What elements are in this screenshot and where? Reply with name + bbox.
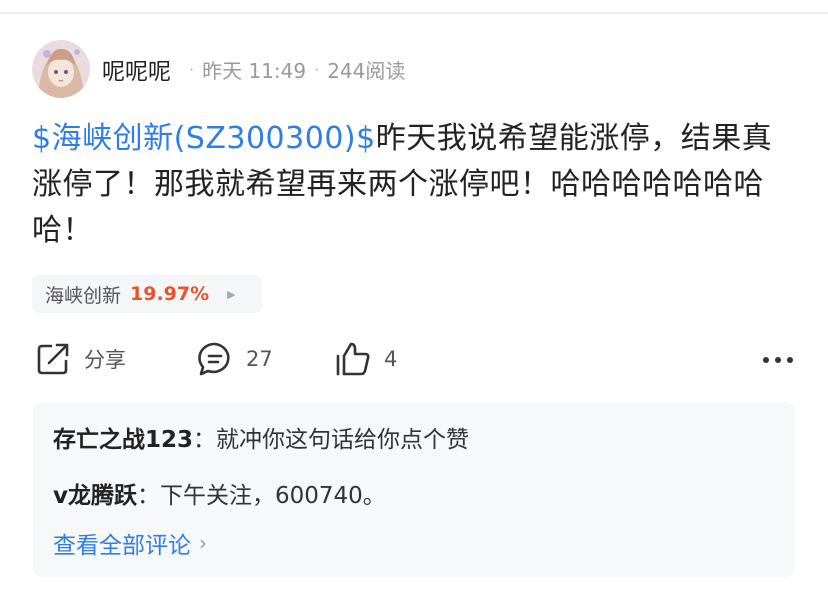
comment-item[interactable]: 存亡之战123：就冲你这句话给你点个赞 (53, 420, 469, 454)
comment-separator: ： (193, 427, 217, 453)
chevron-right-icon: › (199, 531, 207, 555)
avatar[interactable] (32, 40, 90, 98)
more-icon (762, 350, 794, 369)
like-count: 4 (384, 347, 398, 371)
comment-icon (196, 340, 234, 378)
comment-button[interactable]: 27 (196, 338, 273, 380)
author-name[interactable]: 呢呢呢 (102, 52, 171, 86)
post-header: 呢呢呢 · 昨天 11:49 · 244阅读 (32, 40, 405, 98)
view-all-label: 查看全部评论 (53, 533, 191, 559)
like-button[interactable]: 4 (334, 338, 397, 380)
post-body: $海峡创新(SZ300300)$昨天我说希望能涨停，结果真涨停了！那我就希望再来… (32, 116, 802, 254)
comment-separator: ： (137, 483, 160, 509)
view-all-comments-link[interactable]: 查看全部评论 › (53, 526, 207, 560)
stock-chip-name: 海峡创新 (45, 284, 122, 307)
stock-chip-change: 19.97% (130, 283, 210, 305)
comment-preview: 存亡之战123：就冲你这句话给你点个赞 v龙腾跃：下午关注，600740。 查看… (33, 402, 795, 577)
comment-count: 27 (246, 347, 273, 371)
top-divider (0, 12, 828, 14)
share-button[interactable]: 分享 (34, 338, 126, 380)
meta-dot: · (314, 59, 320, 79)
post-meta: · 昨天 11:49 · 244阅读 (181, 55, 405, 84)
action-bar: 分享 27 4 (34, 338, 794, 380)
comment-user[interactable]: v龙腾跃 (53, 483, 137, 509)
comment-user[interactable]: 存亡之战123 (53, 427, 193, 453)
stock-chip[interactable]: 海峡创新 19.97% ▶ (32, 275, 262, 313)
post-time: 昨天 11:49 (202, 58, 307, 83)
comment-text: 就冲你这句话给你点个赞 (216, 427, 470, 453)
comment-item[interactable]: v龙腾跃：下午关注，600740。 (53, 476, 386, 510)
share-label: 分享 (84, 348, 126, 372)
share-icon (34, 340, 72, 378)
read-count: 244阅读 (327, 58, 406, 83)
comment-text: 下午关注，600740。 (160, 483, 386, 509)
stock-tag-link[interactable]: $海峡创新(SZ300300)$ (32, 121, 376, 156)
more-button[interactable] (762, 338, 794, 380)
meta-dot: · (189, 59, 195, 79)
play-arrow-icon: ▶ (227, 287, 236, 301)
like-icon (334, 340, 372, 378)
